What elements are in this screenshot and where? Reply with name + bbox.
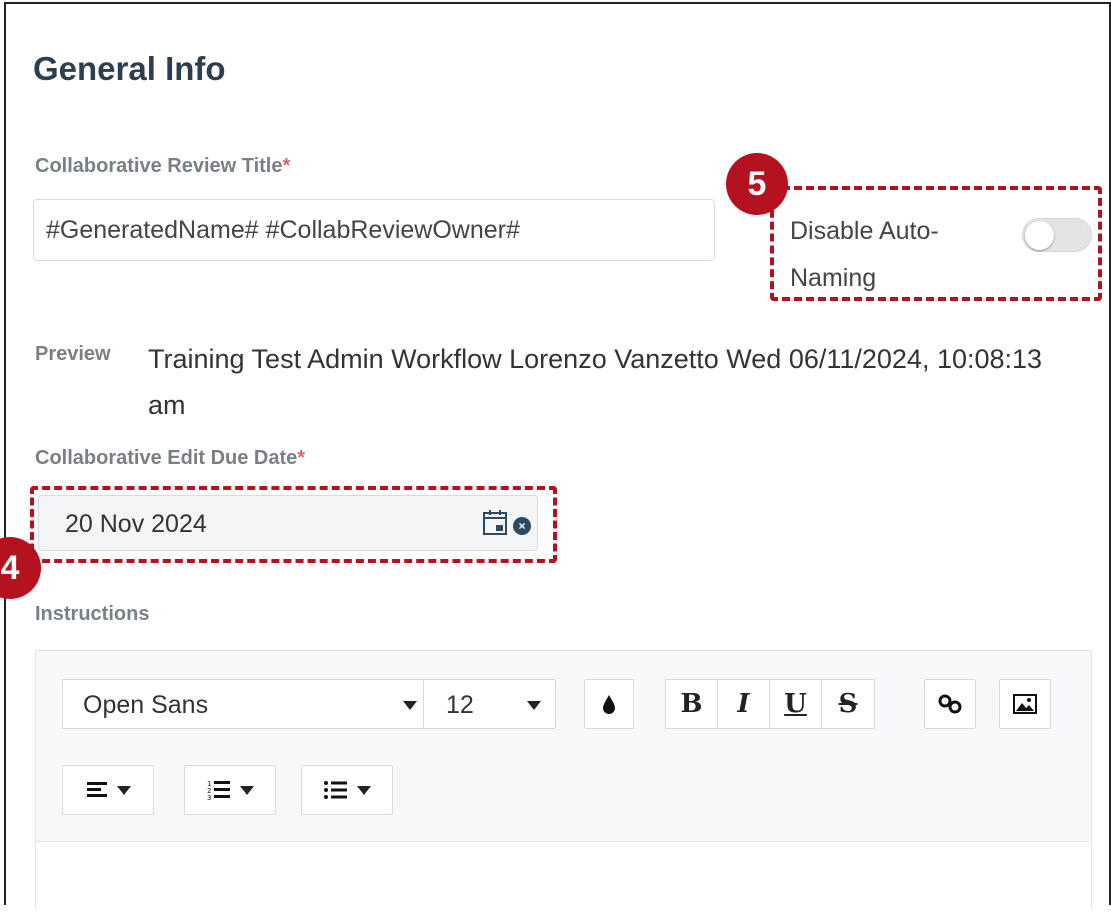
font-size-value: 12	[446, 691, 474, 719]
underline-button[interactable]: U	[770, 680, 822, 728]
italic-button[interactable]: I	[718, 680, 770, 728]
review-title-label-text: Collaborative Review Title	[35, 155, 283, 177]
text-color-button[interactable]	[584, 679, 634, 729]
disable-auto-naming-label: Disable Auto-Naming	[790, 217, 939, 292]
unordered-list-icon	[324, 781, 347, 799]
chevron-down-icon	[403, 701, 417, 710]
font-family-select[interactable]: Open Sans	[62, 679, 432, 729]
strikethrough-button[interactable]: S	[822, 680, 874, 728]
preview-text: Training Test Admin Workflow Lorenzo Van…	[148, 344, 1043, 420]
link-icon	[938, 694, 962, 714]
section-title: General Info	[33, 50, 226, 87]
preview-label: Preview	[35, 343, 111, 365]
color-drop-icon	[603, 695, 615, 714]
text-format-group: B I U S	[665, 679, 875, 729]
disable-auto-naming-toggle[interactable]	[1022, 218, 1092, 252]
align-dropdown[interactable]	[62, 765, 154, 815]
due-date-value: 20 Nov 2024	[65, 510, 207, 538]
font-family-value: Open Sans	[83, 691, 209, 719]
review-title-label: Collaborative Review Title*	[35, 155, 290, 178]
review-title-input[interactable]: #GeneratedName# #CollabReviewOwner#	[33, 199, 715, 261]
due-date-label-text: Collaborative Edit Due Date	[35, 447, 298, 469]
chevron-down-icon	[527, 701, 541, 710]
instructions-editor: Open Sans 12 B I U S 1 2 3	[35, 650, 1092, 921]
instructions-label: Instructions	[35, 603, 150, 625]
svg-text:3: 3	[207, 794, 211, 802]
due-date-input[interactable]: 20 Nov 2024 ×	[38, 495, 538, 551]
ordered-list-icon: 1 2 3	[207, 780, 230, 802]
font-size-select[interactable]: 12	[423, 679, 556, 729]
calendar-icon[interactable]	[481, 509, 509, 542]
unordered-list-dropdown[interactable]	[301, 765, 393, 815]
instructions-text-area[interactable]	[36, 841, 1091, 921]
chevron-down-icon	[240, 785, 254, 795]
callout-badge-5: 5	[726, 153, 788, 215]
chevron-down-icon	[117, 785, 131, 795]
ordered-list-dropdown[interactable]: 1 2 3	[184, 765, 276, 815]
chevron-down-icon	[357, 785, 371, 795]
required-mark: *	[297, 447, 306, 469]
toggle-knob	[1025, 221, 1054, 250]
insert-image-button[interactable]	[999, 679, 1051, 729]
clear-date-icon[interactable]: ×	[513, 516, 531, 535]
required-mark: *	[282, 155, 291, 177]
insert-link-button[interactable]	[924, 679, 976, 729]
due-date-label: Collaborative Edit Due Date*	[35, 447, 305, 470]
align-left-icon	[87, 782, 107, 797]
bold-button[interactable]: B	[666, 680, 718, 728]
image-icon	[1013, 694, 1037, 714]
